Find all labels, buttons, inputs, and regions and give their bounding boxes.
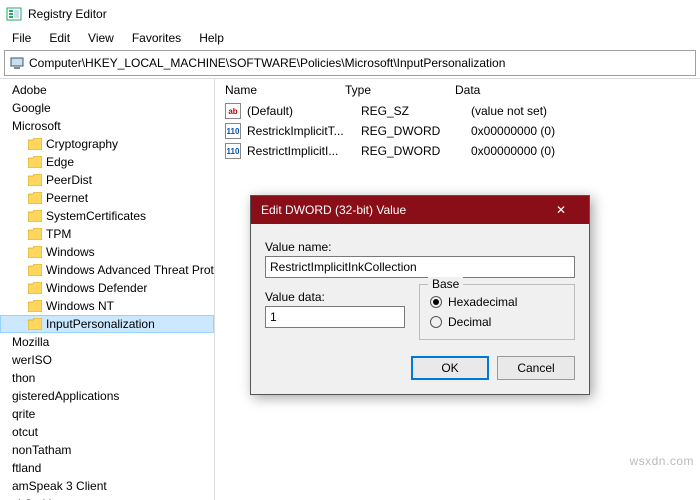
tree-label: nonTatham <box>12 443 71 457</box>
radio-hex[interactable] <box>430 296 442 308</box>
value-name-label: Value name: <box>265 240 575 254</box>
address-text: Computer\HKEY_LOCAL_MACHINE\SOFTWARE\Pol… <box>29 56 691 70</box>
tree-label: SystemCertificates <box>46 209 146 223</box>
address-bar[interactable]: Computer\HKEY_LOCAL_MACHINE\SOFTWARE\Pol… <box>4 50 696 76</box>
tree-key[interactable]: Mozilla <box>0 333 214 351</box>
tree-subkey[interactable]: Peernet <box>0 189 214 207</box>
registry-tree[interactable]: Adobe Google Microsoft Cryptography Edge Peer… <box>0 79 215 500</box>
value-name: RestrictImplicitI... <box>247 144 361 158</box>
tree-key[interactable]: chSmith <box>0 495 214 500</box>
tree-label: Cryptography <box>46 137 118 151</box>
tree-label: Windows Advanced Threat Protect <box>46 263 215 277</box>
value-data-input[interactable] <box>265 306 405 328</box>
value-type: REG_DWORD <box>361 124 471 138</box>
window-titlebar: Registry Editor <box>0 0 700 28</box>
radio-hex-label: Hexadecimal <box>448 295 517 309</box>
tree-label: thon <box>12 371 35 385</box>
tree-key[interactable]: otcut <box>0 423 214 441</box>
base-groupbox: Base Hexadecimal Decimal <box>419 284 575 340</box>
tree-key[interactable]: ftland <box>0 459 214 477</box>
computer-icon <box>9 55 25 71</box>
tree-key[interactable]: gisteredApplications <box>0 387 214 405</box>
binary-value-icon: 110 <box>225 143 241 159</box>
tree-subkey[interactable]: Cryptography <box>0 135 214 153</box>
tree-label: Microsoft <box>12 119 61 133</box>
value-name: RestrickImplicitT... <box>247 124 361 138</box>
header-type[interactable]: Type <box>345 83 455 97</box>
ok-button[interactable]: OK <box>411 356 489 380</box>
menu-view[interactable]: View <box>80 29 122 47</box>
value-data: (value not set) <box>471 104 700 118</box>
tree-subkey[interactable]: Windows Advanced Threat Protect <box>0 261 214 279</box>
dialog-close-button[interactable]: ✕ <box>543 196 579 224</box>
tree-label: werISO <box>12 353 52 367</box>
tree-subkey[interactable]: TPM <box>0 225 214 243</box>
dialog-titlebar[interactable]: Edit DWORD (32-bit) Value ✕ <box>251 196 589 224</box>
menu-edit[interactable]: Edit <box>41 29 78 47</box>
value-data: 0x00000000 (0) <box>471 144 700 158</box>
value-data: 0x00000000 (0) <box>471 124 700 138</box>
string-value-icon: ab <box>225 103 241 119</box>
tree-subkey[interactable]: PeerDist <box>0 171 214 189</box>
tree-label: otcut <box>12 425 38 439</box>
tree-label: qrite <box>12 407 35 421</box>
app-icon <box>6 6 22 22</box>
tree-key[interactable]: werISO <box>0 351 214 369</box>
close-icon: ✕ <box>556 203 566 217</box>
tree-label: Edge <box>46 155 74 169</box>
tree-key[interactable]: nonTatham <box>0 441 214 459</box>
tree-label: Windows Defender <box>46 281 147 295</box>
tree-label: Google <box>12 101 51 115</box>
menu-favorites[interactable]: Favorites <box>124 29 189 47</box>
tree-label: ftland <box>12 461 41 475</box>
value-type: REG_DWORD <box>361 144 471 158</box>
value-name-input[interactable] <box>265 256 575 278</box>
tree-label: Mozilla <box>12 335 49 349</box>
tree-label: Adobe <box>12 83 47 97</box>
base-legend: Base <box>428 277 463 291</box>
value-row[interactable]: 110 RestrickImplicitT...REG_DWORD0x000000… <box>215 121 700 141</box>
window-title: Registry Editor <box>28 7 107 21</box>
tree-key[interactable]: qrite <box>0 405 214 423</box>
tree-label: InputPersonalization <box>46 317 155 331</box>
tree-label: amSpeak 3 Client <box>12 479 107 493</box>
edit-dword-dialog: Edit DWORD (32-bit) Value ✕ Value name: … <box>250 195 590 395</box>
tree-label: TPM <box>46 227 71 241</box>
tree-key[interactable]: thon <box>0 369 214 387</box>
dialog-title: Edit DWORD (32-bit) Value <box>261 203 406 217</box>
value-type: REG_SZ <box>361 104 471 118</box>
tree-subkey[interactable]: SystemCertificates <box>0 207 214 225</box>
menu-bar: File Edit View Favorites Help <box>0 28 700 48</box>
header-data[interactable]: Data <box>455 83 700 97</box>
tree-subkey[interactable]: Edge <box>0 153 214 171</box>
cancel-button[interactable]: Cancel <box>497 356 575 380</box>
radio-dec-row[interactable]: Decimal <box>430 315 564 329</box>
list-header: Name Type Data <box>215 79 700 101</box>
tree-label: gisteredApplications <box>12 389 119 403</box>
value-data-label: Value data: <box>265 290 405 304</box>
header-name[interactable]: Name <box>225 83 345 97</box>
value-row[interactable]: ab (Default)REG_SZ(value not set) <box>215 101 700 121</box>
tree-label: PeerDist <box>46 173 92 187</box>
tree-subkey[interactable]: Windows Defender <box>0 279 214 297</box>
tree-label: Peernet <box>46 191 88 205</box>
tree-key[interactable]: amSpeak 3 Client <box>0 477 214 495</box>
tree-label: Windows <box>46 245 95 259</box>
value-row[interactable]: 110 RestrictImplicitI...REG_DWORD0x000000… <box>215 141 700 161</box>
binary-value-icon: 110 <box>225 123 241 139</box>
radio-hex-row[interactable]: Hexadecimal <box>430 295 564 309</box>
tree-key[interactable]: Adobe <box>0 81 214 99</box>
value-name: (Default) <box>247 104 361 118</box>
tree-subkey[interactable]: Windows <box>0 243 214 261</box>
tree-key[interactable]: Microsoft <box>0 117 214 135</box>
tree-subkey[interactable]: Windows NT <box>0 297 214 315</box>
menu-help[interactable]: Help <box>191 29 232 47</box>
radio-dec-label: Decimal <box>448 315 491 329</box>
tree-subkey[interactable]: InputPersonalization <box>0 315 214 333</box>
radio-dec[interactable] <box>430 316 442 328</box>
menu-file[interactable]: File <box>4 29 39 47</box>
tree-key[interactable]: Google <box>0 99 214 117</box>
tree-label: Windows NT <box>46 299 114 313</box>
